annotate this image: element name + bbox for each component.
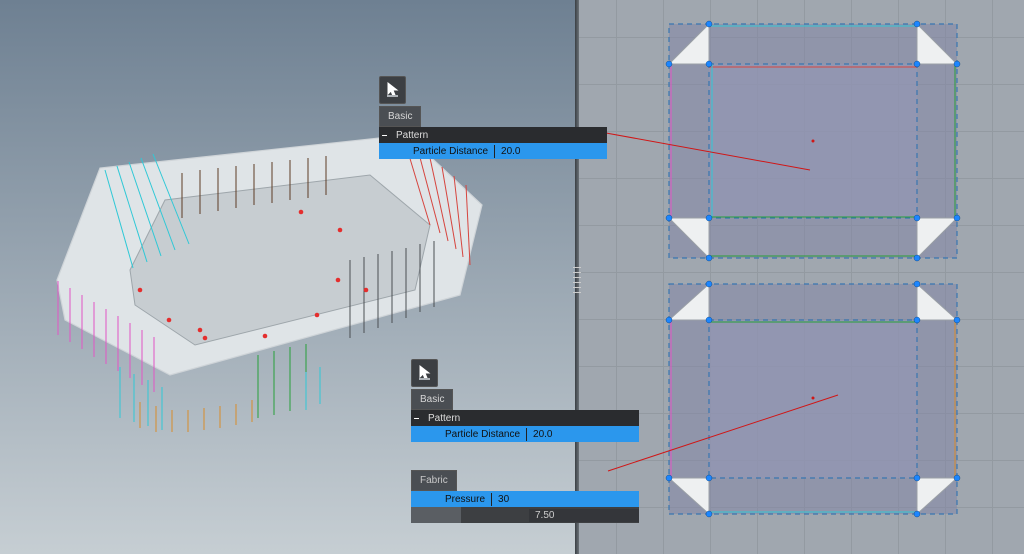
fabric-tab-button[interactable]: Fabric [411, 470, 457, 491]
property-panel-top[interactable]: Basic – Pattern Particle Distance 20.0 [379, 76, 607, 159]
row-label: Pressure [439, 493, 491, 506]
section-header-pattern[interactable]: – Pattern [411, 410, 639, 426]
row-label: Particle Distance [439, 428, 526, 441]
pressure-input[interactable]: 30 [491, 493, 639, 506]
link-dot-icon [397, 148, 403, 154]
slider-fill [411, 507, 461, 523]
particle-distance-input[interactable]: 20.0 [494, 145, 607, 158]
row-label: Particle Distance [407, 145, 494, 158]
row-pressure[interactable]: Pressure 30 [411, 491, 639, 507]
link-dot-icon [429, 496, 435, 502]
basic-tab-button[interactable]: Basic [411, 389, 453, 410]
collapse-icon[interactable]: – [379, 129, 390, 142]
row-particle-distance[interactable]: Particle Distance 20.0 [411, 426, 639, 442]
section-header-pattern[interactable]: – Pattern [379, 127, 607, 143]
slider-value-input[interactable]: 7.50 [529, 509, 639, 522]
pick-tool-button[interactable] [411, 359, 438, 387]
row-particle-distance[interactable]: Particle Distance 20.0 [379, 143, 607, 159]
property-panel-bottom[interactable]: Basic – Pattern Particle Distance 20.0 F… [411, 359, 639, 523]
cursor-icon [386, 82, 400, 98]
particle-distance-input[interactable]: 20.0 [526, 428, 639, 441]
cursor-icon [418, 365, 432, 381]
basic-tab-button[interactable]: Basic [379, 106, 421, 127]
pick-tool-button[interactable] [379, 76, 406, 104]
collapse-icon[interactable]: – [411, 412, 422, 425]
slider-row[interactable]: 7.50 [411, 507, 639, 523]
section-title: Pattern [390, 129, 434, 142]
section-title: Pattern [422, 412, 466, 425]
link-dot-icon [429, 431, 435, 437]
